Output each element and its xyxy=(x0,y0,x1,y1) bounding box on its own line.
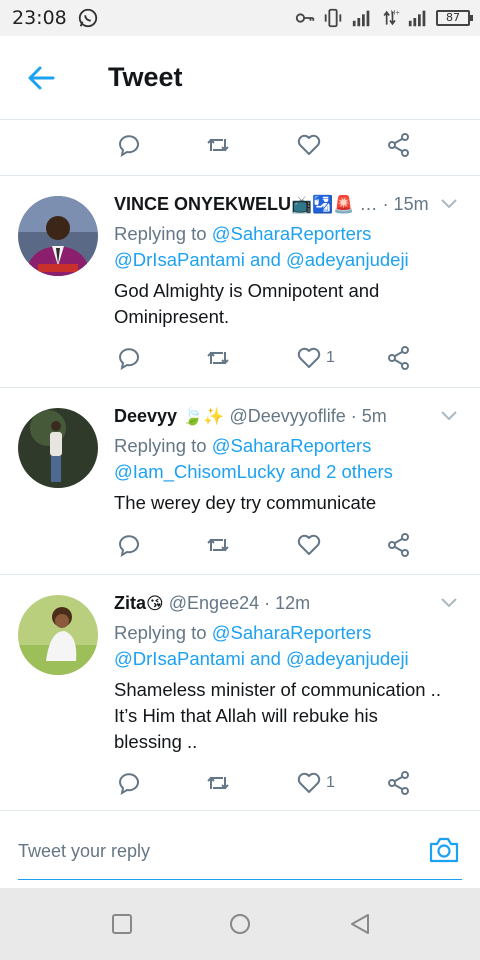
share-button[interactable] xyxy=(386,763,412,803)
reply-composer: Tweet your reply xyxy=(0,810,480,888)
mention-link[interactable]: @Iam_ChisomLucky and 2 others xyxy=(114,461,393,482)
author-handle: @Deevyyoflife xyxy=(229,406,346,426)
share-button[interactable] xyxy=(386,125,412,165)
whatsapp-icon xyxy=(78,8,97,28)
retweet-button[interactable] xyxy=(205,125,231,165)
status-bar: 23:08 H+ 87 xyxy=(0,0,480,36)
share-button[interactable] xyxy=(386,525,412,565)
tweet-actions: 1 xyxy=(0,338,480,378)
share-icon xyxy=(388,771,409,795)
retweet-button[interactable] xyxy=(205,338,231,378)
recents-square-icon[interactable] xyxy=(110,912,134,936)
like-button[interactable]: 1 xyxy=(296,338,335,378)
tweet-header: VINCE ONYEKWELU📺🛂🚨 … · 15m xyxy=(114,194,456,215)
share-icon xyxy=(388,133,409,157)
reply-icon xyxy=(118,348,139,371)
like-button[interactable] xyxy=(296,525,322,565)
tweet-actions: 1 xyxy=(0,763,480,803)
tweet-time: · 12m xyxy=(264,593,311,613)
like-button[interactable] xyxy=(296,125,322,165)
vibrate-icon xyxy=(324,8,342,28)
replying-to: Replying to @SaharaReporters @DrIsaPanta… xyxy=(114,622,409,669)
chevron-down-icon[interactable] xyxy=(440,597,458,609)
name-emoji: 🍃✨ xyxy=(182,407,225,426)
heart-icon xyxy=(297,772,321,793)
name-emoji: 😘 xyxy=(146,594,164,613)
reply-button[interactable] xyxy=(116,125,142,165)
tweet-actions-prev xyxy=(0,125,480,165)
reply-icon xyxy=(118,535,139,558)
share-icon xyxy=(388,533,409,557)
mention-link[interactable]: @DrIsaPantami and @adeyanjudeji xyxy=(114,249,409,270)
arrow-left-icon[interactable] xyxy=(26,64,56,92)
avatar[interactable] xyxy=(18,408,98,488)
retweet-icon xyxy=(207,776,229,790)
reply-icon xyxy=(118,135,139,158)
mention-link[interactable]: @SaharaReporters xyxy=(212,435,372,456)
tweet-time: · 15m xyxy=(382,194,429,214)
retweet-button[interactable] xyxy=(205,763,231,803)
author-name[interactable]: Deevyy xyxy=(114,406,177,426)
status-time: 23:08 xyxy=(12,7,67,29)
author-handle: @Engee24 xyxy=(168,593,260,613)
reply-button[interactable] xyxy=(116,763,142,803)
tweet-actions xyxy=(0,525,480,565)
retweet-icon xyxy=(207,351,229,365)
tweet-card[interactable]: Zita😘 @Engee24 · 12m Replying to @Sahara… xyxy=(0,574,480,810)
like-button[interactable]: 1 xyxy=(296,763,335,803)
system-nav-bar xyxy=(0,888,480,960)
heart-icon xyxy=(297,347,321,368)
retweet-button[interactable] xyxy=(205,525,231,565)
like-count: 1 xyxy=(326,349,335,366)
reply-button[interactable] xyxy=(116,338,142,378)
tweet-time: · 5m xyxy=(350,406,387,426)
chevron-down-icon[interactable] xyxy=(440,410,458,422)
mention-link[interactable]: @SaharaReporters xyxy=(212,622,372,643)
signal-icon xyxy=(352,10,370,27)
tweet-text: The werey dey try communicate xyxy=(114,492,377,513)
retweet-icon xyxy=(207,538,229,552)
svg-text:H+: H+ xyxy=(391,11,400,17)
input-underline xyxy=(18,879,462,880)
tweet-text: Shameless minister of communication .. I… xyxy=(114,679,441,752)
mention-link[interactable]: @DrIsaPantami and @adeyanjudeji xyxy=(114,648,409,669)
replying-to: Replying to @SaharaReporters @Iam_Chisom… xyxy=(114,435,393,482)
author-name[interactable]: Zita xyxy=(114,593,146,613)
author-name[interactable]: VINCE ONYEKWELU xyxy=(114,194,291,214)
avatar[interactable] xyxy=(18,196,98,276)
tweet-text: God Almighty is Omnipotent and Ominipres… xyxy=(114,280,380,327)
heart-icon xyxy=(297,534,321,555)
page-title: Tweet xyxy=(108,62,183,92)
replying-to: Replying to @SaharaReporters @DrIsaPanta… xyxy=(114,223,409,270)
heart-icon xyxy=(297,134,321,155)
signal-icon xyxy=(408,10,426,27)
reply-button[interactable] xyxy=(116,525,142,565)
retweet-icon xyxy=(207,138,229,152)
tweet-header: Deevyy 🍃✨ @Deevyyoflife · 5m xyxy=(114,406,456,427)
avatar[interactable] xyxy=(18,595,98,675)
like-count: 1 xyxy=(326,774,335,791)
mention-link[interactable]: @SaharaReporters xyxy=(212,223,372,244)
tweet-header: Zita😘 @Engee24 · 12m xyxy=(114,593,456,614)
tweet-card[interactable]: Deevyy 🍃✨ @Deevyyoflife · 5m Replying to… xyxy=(0,387,480,574)
key-icon xyxy=(295,13,315,23)
home-circle-icon[interactable] xyxy=(228,912,252,936)
name-emoji: 📺🛂🚨 xyxy=(291,195,355,214)
author-handle: … xyxy=(359,194,378,214)
share-icon xyxy=(388,346,409,370)
tweet-card[interactable]: VINCE ONYEKWELU📺🛂🚨 … · 15m Replying to @… xyxy=(0,175,480,387)
reply-input[interactable]: Tweet your reply xyxy=(18,841,150,862)
back-triangle-icon[interactable] xyxy=(348,912,372,936)
reply-icon xyxy=(118,773,139,796)
camera-icon[interactable] xyxy=(428,835,460,865)
share-button[interactable] xyxy=(386,338,412,378)
data-arrows-icon: H+ xyxy=(383,11,400,26)
app-header: Tweet xyxy=(0,36,480,120)
battery-icon: 87 xyxy=(436,10,473,26)
chevron-down-icon[interactable] xyxy=(440,198,458,210)
status-icons: H+ 87 xyxy=(294,7,473,29)
